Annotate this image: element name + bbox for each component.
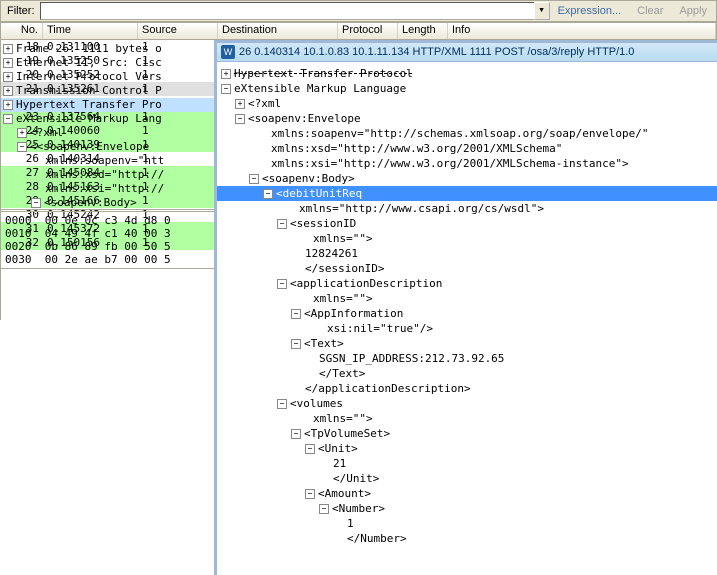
- filter-input[interactable]: [40, 2, 535, 20]
- expand-icon[interactable]: +: [3, 58, 13, 68]
- filter-dropdown-icon[interactable]: ▾: [534, 2, 550, 20]
- hex-dump[interactable]: 0000 00 0e 0c c3 4d d8 0 0010 04 49 4f c…: [0, 211, 224, 269]
- expand-icon[interactable]: +: [17, 128, 27, 138]
- collapse-icon[interactable]: −: [31, 198, 41, 208]
- collapse-icon[interactable]: −: [235, 114, 245, 124]
- collapse-icon[interactable]: −: [263, 189, 273, 199]
- expand-icon[interactable]: +: [3, 100, 13, 110]
- expand-icon[interactable]: +: [3, 86, 13, 96]
- collapse-icon[interactable]: −: [277, 279, 287, 289]
- collapse-icon[interactable]: −: [291, 339, 301, 349]
- collapse-icon[interactable]: −: [291, 309, 301, 319]
- wireshark-icon: W: [221, 45, 235, 59]
- details-tree-upper[interactable]: +Frame 26: 1111 bytes o +Ethernet II, Sr…: [0, 40, 224, 210]
- expand-icon[interactable]: +: [235, 99, 245, 109]
- collapse-icon[interactable]: −: [249, 174, 259, 184]
- expression-button[interactable]: Expression...: [550, 5, 630, 17]
- collapse-icon[interactable]: −: [277, 399, 287, 409]
- collapse-icon[interactable]: −: [17, 142, 27, 152]
- collapse-icon[interactable]: −: [305, 444, 315, 454]
- collapse-icon[interactable]: −: [277, 219, 287, 229]
- popup-titlebar[interactable]: W 26 0.140314 10.1.0.83 10.1.11.134 HTTP…: [217, 43, 717, 62]
- collapse-icon[interactable]: −: [319, 504, 329, 514]
- table-header: No. Time Source Destination Protocol Len…: [0, 22, 717, 40]
- filter-bar: Filter: ▾ Expression... Clear Apply: [0, 0, 717, 22]
- col-no[interactable]: No.: [1, 23, 43, 39]
- col-info[interactable]: Info: [448, 23, 716, 39]
- collapse-icon[interactable]: −: [305, 489, 315, 499]
- apply-button[interactable]: Apply: [671, 5, 715, 17]
- collapse-icon[interactable]: −: [221, 84, 231, 94]
- col-time[interactable]: Time: [43, 23, 138, 39]
- col-protocol[interactable]: Protocol: [338, 23, 398, 39]
- filter-label: Filter:: [2, 5, 40, 17]
- collapse-icon[interactable]: −: [291, 429, 301, 439]
- popup-title: 26 0.140314 10.1.0.83 10.1.11.134 HTTP/X…: [239, 46, 634, 58]
- col-source[interactable]: Source: [138, 23, 218, 39]
- col-length[interactable]: Length: [398, 23, 448, 39]
- expand-icon[interactable]: +: [221, 69, 231, 79]
- collapse-icon[interactable]: −: [3, 114, 13, 124]
- clear-button[interactable]: Clear: [629, 5, 671, 17]
- popup-tree[interactable]: +Hypertext Transfer Protocol −eXtensible…: [217, 62, 717, 574]
- detail-popup[interactable]: W 26 0.140314 10.1.0.83 10.1.11.134 HTTP…: [214, 40, 717, 575]
- col-destination[interactable]: Destination: [218, 23, 338, 39]
- expand-icon[interactable]: +: [3, 72, 13, 82]
- expand-icon[interactable]: +: [3, 44, 13, 54]
